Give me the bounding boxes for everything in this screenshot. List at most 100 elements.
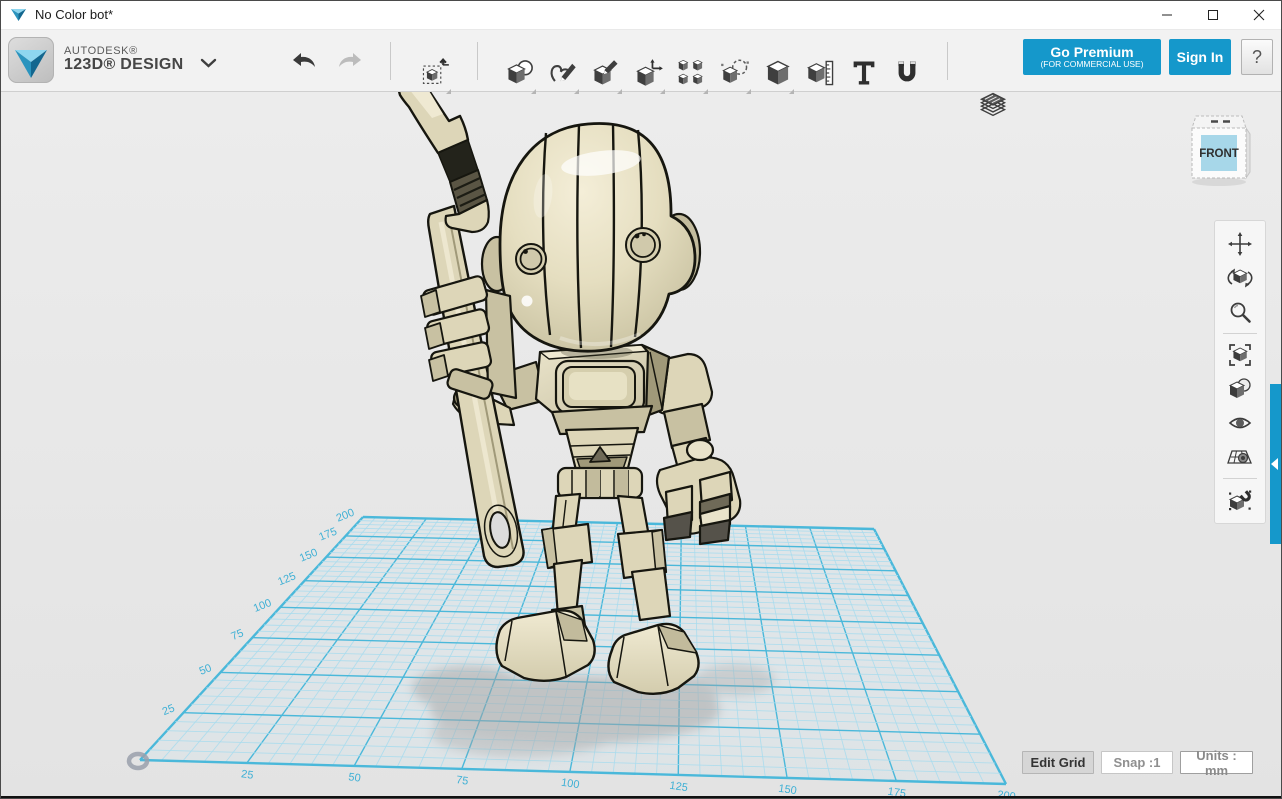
svg-text:50: 50 bbox=[198, 662, 214, 678]
navigation-bar bbox=[1214, 220, 1266, 524]
combine-icon bbox=[763, 58, 793, 88]
tool-text[interactable] bbox=[842, 48, 885, 98]
go-premium-button[interactable]: Go Premium (FOR COMMERCIAL USE) bbox=[1023, 39, 1161, 75]
viewcube-top-face[interactable] bbox=[1192, 116, 1246, 128]
construct-icon bbox=[591, 58, 621, 88]
snap-toggle-icon bbox=[1227, 487, 1253, 513]
app-logo-tile bbox=[8, 37, 54, 83]
dropdown-caret bbox=[531, 89, 536, 94]
pan-button[interactable] bbox=[1220, 227, 1260, 261]
svg-text:100: 100 bbox=[560, 777, 580, 791]
orbit-button[interactable] bbox=[1220, 261, 1260, 295]
svg-text:75: 75 bbox=[455, 774, 469, 788]
svg-text:100: 100 bbox=[252, 597, 274, 615]
grid-eye-icon bbox=[1227, 444, 1253, 470]
tool-construct[interactable] bbox=[584, 48, 627, 98]
maximize-icon bbox=[1207, 9, 1219, 21]
window-title: No Color bot* bbox=[35, 7, 113, 22]
pan-icon bbox=[1227, 231, 1253, 257]
svg-text:175: 175 bbox=[317, 526, 339, 544]
shading-icon bbox=[1227, 376, 1253, 402]
go-premium-sublabel: (FOR COMMERCIAL USE) bbox=[1040, 60, 1143, 69]
undo-button[interactable] bbox=[284, 46, 324, 76]
robot-eye-right bbox=[626, 228, 660, 262]
main-menu-chevron[interactable] bbox=[192, 50, 224, 76]
123d-logo-icon bbox=[8, 37, 54, 83]
navbar-separator bbox=[1223, 478, 1257, 479]
tool-modify[interactable] bbox=[627, 48, 670, 98]
help-button[interactable]: ? bbox=[1241, 39, 1273, 75]
tool-snap[interactable] bbox=[885, 48, 928, 98]
side-panel-tab[interactable] bbox=[1270, 384, 1282, 544]
viewcube-label: FRONT bbox=[1199, 148, 1239, 160]
eye-icon bbox=[1227, 410, 1253, 436]
minimize-button[interactable] bbox=[1144, 0, 1190, 29]
toolbar-separator bbox=[477, 42, 478, 80]
tool-group bbox=[498, 66, 928, 98]
zoom-button[interactable] bbox=[1220, 295, 1260, 329]
dropdown-caret bbox=[446, 89, 451, 94]
hide-show-button[interactable] bbox=[1220, 406, 1260, 440]
shading-button[interactable] bbox=[1220, 372, 1260, 406]
dropdown-caret bbox=[574, 89, 579, 94]
sketch-icon bbox=[548, 58, 578, 88]
close-button[interactable] bbox=[1236, 0, 1282, 29]
tool-measure[interactable] bbox=[799, 48, 842, 98]
redo-button[interactable] bbox=[330, 46, 370, 76]
pattern-icon bbox=[677, 58, 707, 88]
measure-icon bbox=[806, 58, 836, 88]
dropdown-caret bbox=[660, 89, 665, 94]
chevron-left-icon bbox=[1271, 458, 1278, 470]
svg-text:150: 150 bbox=[298, 547, 320, 565]
viewcube-shadow bbox=[1192, 178, 1246, 186]
viewcube-side-face[interactable] bbox=[1246, 128, 1250, 178]
transform-icon bbox=[420, 58, 450, 88]
sign-in-button[interactable]: Sign In bbox=[1169, 39, 1231, 75]
svg-text:50: 50 bbox=[348, 771, 362, 785]
redo-icon bbox=[337, 52, 363, 70]
dropdown-caret bbox=[789, 89, 794, 94]
close-icon bbox=[1253, 9, 1265, 21]
maximize-button[interactable] bbox=[1190, 0, 1236, 29]
material-icon bbox=[978, 90, 1008, 120]
chevron-down-icon bbox=[200, 58, 217, 68]
robot-head bbox=[482, 123, 700, 359]
viewport-3d[interactable]: 2525505075751001001251251501501751752002… bbox=[0, 0, 1282, 799]
tool-sketch[interactable] bbox=[541, 48, 584, 98]
modify-icon bbox=[634, 58, 664, 88]
navbar-separator bbox=[1223, 333, 1257, 334]
titlebar: No Color bot* bbox=[0, 0, 1282, 30]
brand-123d-design: 123D® DESIGN bbox=[64, 57, 183, 74]
grid-visibility-button[interactable] bbox=[1220, 440, 1260, 474]
toolbar-separator bbox=[947, 42, 948, 80]
svg-text:125: 125 bbox=[669, 780, 689, 794]
snap-setting[interactable]: Snap :1 bbox=[1101, 751, 1173, 774]
dropdown-caret bbox=[617, 89, 622, 94]
zoom-fit-button[interactable] bbox=[1220, 338, 1260, 372]
svg-text:25: 25 bbox=[161, 702, 177, 718]
fit-view-icon bbox=[1227, 342, 1253, 368]
magnifier-icon bbox=[1227, 299, 1253, 325]
snap-toggle-button[interactable] bbox=[1220, 483, 1260, 517]
toolbar-separator bbox=[390, 42, 391, 80]
tool-combine[interactable] bbox=[756, 48, 799, 98]
edit-grid-button[interactable]: Edit Grid bbox=[1022, 751, 1094, 774]
tool-grouping[interactable] bbox=[713, 48, 756, 98]
units-setting[interactable]: Units : mm bbox=[1180, 751, 1253, 774]
robot-right-hand bbox=[421, 275, 516, 400]
viewcube[interactable]: FRONT bbox=[1183, 108, 1255, 188]
undo-icon bbox=[291, 52, 317, 70]
dropdown-caret bbox=[703, 89, 708, 94]
tool-material[interactable] bbox=[971, 80, 1014, 130]
tool-pattern[interactable] bbox=[670, 48, 713, 98]
orbit-icon bbox=[1227, 265, 1253, 291]
tool-primitives[interactable] bbox=[498, 48, 541, 98]
app-logo-icon bbox=[10, 7, 27, 22]
tool-transform[interactable] bbox=[413, 48, 456, 98]
svg-text:25: 25 bbox=[240, 768, 254, 782]
svg-text:125: 125 bbox=[276, 570, 298, 588]
svg-text:200: 200 bbox=[335, 507, 357, 525]
magnet-icon bbox=[892, 58, 922, 88]
app-brand: AUTODESK® 123D® DESIGN bbox=[8, 37, 183, 83]
dropdown-caret bbox=[746, 89, 751, 94]
